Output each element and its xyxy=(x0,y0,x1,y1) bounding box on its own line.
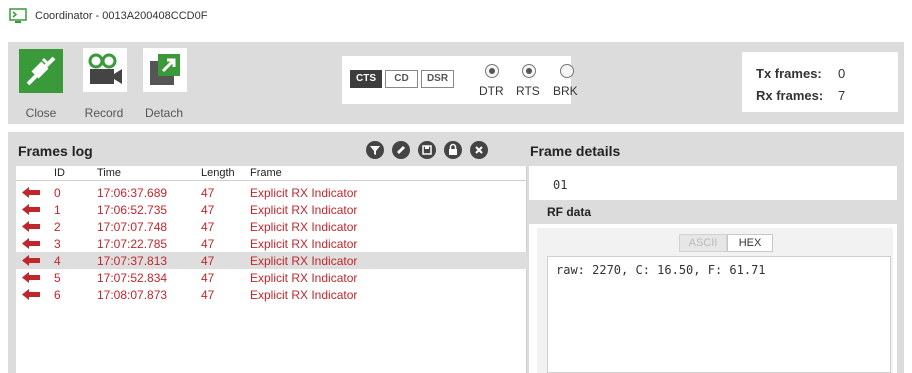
rx-frames-value: 7 xyxy=(838,88,846,103)
lock-icon[interactable] xyxy=(444,141,462,159)
tab-ascii[interactable]: ASCII xyxy=(679,234,727,252)
column-time: Time xyxy=(97,167,122,179)
clear-icon[interactable] xyxy=(392,141,410,159)
table-row[interactable]: 5 17:07:52.834 47 Explicit RX Indicator xyxy=(16,269,527,286)
cell-length: 47 xyxy=(201,186,215,200)
cell-length: 47 xyxy=(201,271,215,285)
detach-button[interactable]: Detach xyxy=(137,48,191,120)
dtr-toggle[interactable] xyxy=(485,64,499,78)
frame-details-title: Frame details xyxy=(530,143,621,159)
rx-arrow-icon xyxy=(22,289,40,300)
cell-frame: Explicit RX Indicator xyxy=(250,220,358,234)
record-button[interactable]: Record xyxy=(77,48,131,120)
record-label: Record xyxy=(84,106,124,120)
rts-toggle[interactable] xyxy=(522,64,536,78)
rf-data-content: raw: 2270, C: 16.50, F: 61.71 xyxy=(556,263,766,277)
cell-time: 17:08:07.873 xyxy=(97,288,168,302)
table-row[interactable]: 2 17:07:07.748 47 Explicit RX Indicator xyxy=(16,218,527,235)
cell-id: 3 xyxy=(54,237,61,251)
separator xyxy=(0,124,912,132)
close-icon[interactable] xyxy=(470,141,488,159)
rx-arrow-icon xyxy=(22,238,40,249)
camera-icon xyxy=(83,48,127,92)
window-title: Coordinator - 0013A200408CCD0F xyxy=(35,10,208,22)
detach-label: Detach xyxy=(144,106,184,120)
filter-icon[interactable] xyxy=(366,141,384,159)
detach-window-icon xyxy=(143,48,187,92)
rf-data-box: ASCII HEX raw: 2270, C: 16.50, F: 61.71 xyxy=(537,228,893,373)
frames-log-title: Frames log xyxy=(18,143,93,159)
rx-frames-label: Rx frames: xyxy=(756,88,824,103)
rf-data-title: RF data xyxy=(547,205,592,219)
cell-frame: Explicit RX Indicator xyxy=(250,271,358,285)
cell-id: 5 xyxy=(54,271,61,285)
cell-id: 6 xyxy=(54,288,61,302)
toolbar: Close Record Detach CTS CD DSR DTR RTS B… xyxy=(8,42,904,124)
table-header: ID Time Length Frame xyxy=(16,166,527,181)
frames-log-table: ID Time Length Frame 0 17:06:37.689 47 Expl… xyxy=(16,166,527,373)
dsr-indicator: DSR xyxy=(421,70,454,88)
cell-id: 2 xyxy=(54,220,61,234)
cell-id: 1 xyxy=(54,203,61,217)
frame-detail-value: 01 xyxy=(553,178,568,192)
cell-frame: Explicit RX Indicator xyxy=(250,186,358,200)
close-connection-button[interactable]: Close xyxy=(14,48,68,120)
rx-arrow-icon xyxy=(22,221,40,232)
brk-toggle[interactable] xyxy=(560,64,574,78)
cell-id: 4 xyxy=(54,254,61,268)
tx-frames-value: 0 xyxy=(838,66,846,81)
terminal-icon xyxy=(9,8,27,23)
rf-data-text[interactable]: raw: 2270, C: 16.50, F: 61.71 xyxy=(547,256,891,373)
rx-arrow-icon xyxy=(22,187,40,198)
cell-frame: Explicit RX Indicator xyxy=(250,254,358,268)
cell-length: 47 xyxy=(201,203,215,217)
cell-time: 17:07:07.748 xyxy=(97,220,168,234)
cell-length: 47 xyxy=(201,220,215,234)
cell-time: 17:07:22.785 xyxy=(97,237,168,251)
close-label: Close xyxy=(25,106,57,120)
cell-frame: Explicit RX Indicator xyxy=(250,237,358,251)
connect-plug-icon xyxy=(19,49,63,93)
cell-length: 47 xyxy=(201,288,215,302)
column-length: Length xyxy=(201,167,235,179)
cell-time: 17:06:37.689 xyxy=(97,186,168,200)
tab-hex[interactable]: HEX xyxy=(727,234,773,252)
cell-time: 17:07:37.813 xyxy=(97,254,168,268)
cell-time: 17:07:52.834 xyxy=(97,271,168,285)
column-id: ID xyxy=(54,167,65,179)
rts-label: RTS xyxy=(516,84,540,98)
cd-indicator: CD xyxy=(385,70,418,88)
save-icon[interactable] xyxy=(418,141,436,159)
frames-panel: Frames log Frame details ID Time Length … xyxy=(8,132,904,373)
cts-indicator: CTS xyxy=(350,70,382,88)
cell-length: 47 xyxy=(201,237,215,251)
title-bar: Coordinator - 0013A200408CCD0F xyxy=(0,0,912,34)
rx-arrow-icon xyxy=(22,255,40,266)
serial-lines-panel: CTS CD DSR DTR RTS BRK xyxy=(342,56,578,104)
rf-data-header: RF data xyxy=(529,200,897,224)
cell-id: 0 xyxy=(54,186,61,200)
dtr-label: DTR xyxy=(479,84,504,98)
cell-time: 17:06:52.735 xyxy=(97,203,168,217)
cell-length: 47 xyxy=(201,254,215,268)
table-row[interactable]: 0 17:06:37.689 47 Explicit RX Indicator xyxy=(16,184,527,201)
table-row[interactable]: 1 17:06:52.735 47 Explicit RX Indicator xyxy=(16,201,527,218)
tx-frames-label: Tx frames: xyxy=(756,66,822,81)
brk-label: BRK xyxy=(553,84,578,98)
cell-frame: Explicit RX Indicator xyxy=(250,203,358,217)
frame-details-panel: 01 RF data ASCII HEX raw: 2270, C: 16.50… xyxy=(529,166,897,373)
table-row[interactable]: 3 17:07:22.785 47 Explicit RX Indicator xyxy=(16,235,527,252)
table-row[interactable]: 4 17:07:37.813 47 Explicit RX Indicator xyxy=(16,252,527,269)
column-frame: Frame xyxy=(250,167,282,179)
table-row[interactable]: 6 17:08:07.873 47 Explicit RX Indicator xyxy=(16,286,527,303)
cell-frame: Explicit RX Indicator xyxy=(250,288,358,302)
rx-arrow-icon xyxy=(22,204,40,215)
frame-counters: Tx frames: 0 Rx frames: 7 xyxy=(742,52,898,112)
rx-arrow-icon xyxy=(22,272,40,283)
